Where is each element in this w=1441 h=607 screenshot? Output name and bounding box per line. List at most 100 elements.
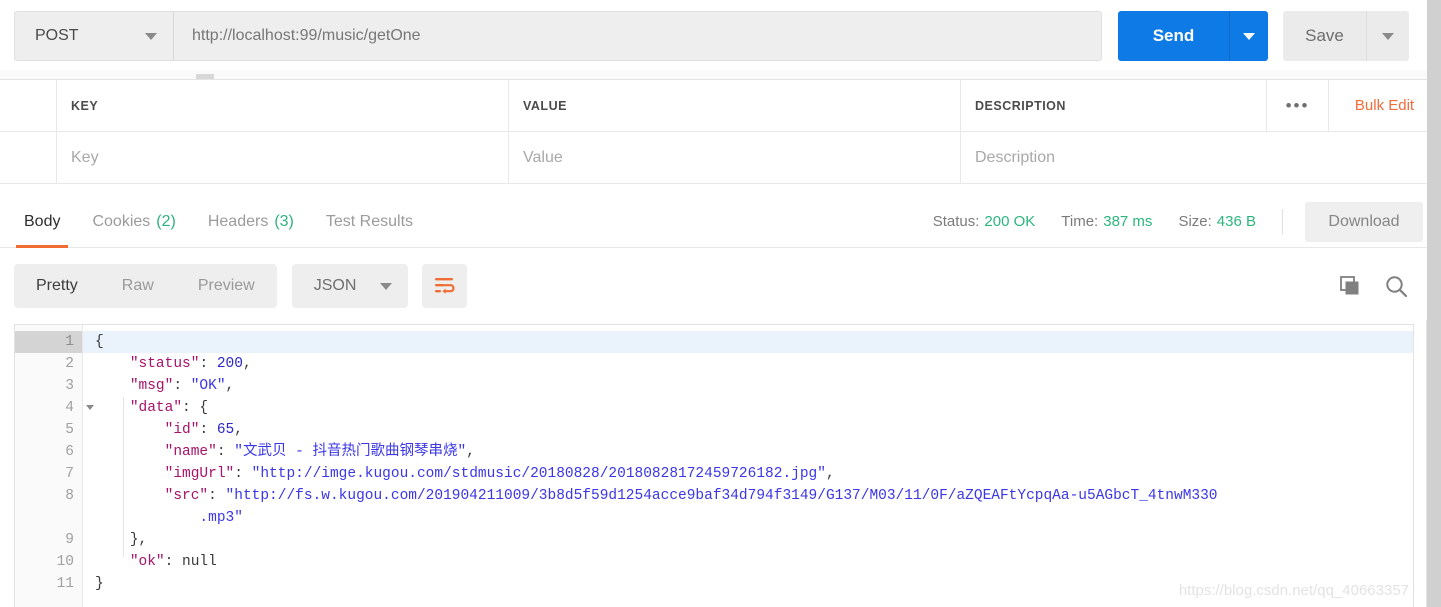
line-number-wrapped	[15, 507, 82, 529]
time-meta: Time: 387 ms	[1061, 213, 1152, 230]
params-table-header-row: KEY VALUE DESCRIPTION ••• Bulk Edit	[0, 80, 1441, 132]
tab-cookies-label: Cookies	[92, 212, 151, 230]
params-header-description-label: DESCRIPTION	[975, 98, 1066, 113]
download-button[interactable]: Download	[1305, 201, 1423, 242]
line-number-3: 3	[65, 378, 74, 394]
save-button-group: Save	[1283, 11, 1409, 61]
tab-cookies-count: (2)	[156, 212, 176, 230]
response-language-select[interactable]: JSON	[291, 264, 409, 308]
view-mode-preview[interactable]: Preview	[176, 264, 277, 308]
http-method-select[interactable]: POST	[14, 11, 174, 61]
tab-headers-label: Headers	[207, 212, 269, 230]
status-value: 200 OK	[984, 213, 1036, 230]
chevron-down-icon	[1243, 32, 1255, 40]
row-checkbox-cell[interactable]	[0, 132, 57, 184]
response-meta: Status: 200 OK Time: 387 ms Size: 436 B Dow…	[933, 201, 1441, 242]
tab-headers[interactable]: Headers (3)	[192, 196, 310, 248]
line-number-7: 7	[65, 466, 74, 482]
line-number-11: 11	[56, 576, 74, 592]
code-line: {	[83, 331, 1413, 353]
code-line: "data": {	[129, 400, 209, 416]
line-number-8: 8	[65, 488, 74, 504]
param-description-input[interactable]: Description	[961, 132, 1441, 184]
save-options-button[interactable]	[1367, 11, 1409, 61]
code-line: "src": "http://fs.w.kugou.com/2019042110…	[164, 488, 1218, 504]
bulk-edit-button[interactable]: Bulk Edit	[1328, 80, 1440, 131]
param-value-placeholder: Value	[523, 148, 563, 166]
code-line: "status": 200,	[129, 356, 252, 372]
params-table: KEY VALUE DESCRIPTION ••• Bulk Edit Key …	[0, 80, 1441, 195]
param-value-input[interactable]: Value	[509, 132, 961, 184]
chevron-down-icon	[380, 282, 393, 290]
word-wrap-icon	[434, 278, 455, 294]
code-content[interactable]: { "status": 200, "msg": "OK", "data": { …	[83, 325, 1413, 607]
tab-test-results[interactable]: Test Results	[310, 196, 429, 248]
response-format-bar: Pretty Raw Preview JSON	[0, 248, 1441, 324]
view-mode-segmented-control: Pretty Raw Preview	[14, 264, 277, 308]
line-number-6: 6	[65, 444, 74, 460]
tab-body-label: Body	[24, 212, 61, 230]
search-button[interactable]	[1384, 274, 1409, 299]
save-button[interactable]: Save	[1283, 11, 1367, 61]
send-button[interactable]: Send	[1118, 11, 1230, 61]
tab-test-results-label: Test Results	[325, 212, 414, 230]
vertical-scrollbar[interactable]	[1427, 0, 1441, 607]
code-line: "imgUrl": "http://imge.kugou.com/stdmusi…	[164, 466, 835, 482]
request-url-value: http://localhost:99/music/getOne	[192, 27, 421, 44]
request-url-bar: POST http://localhost:99/music/getOne Se…	[0, 0, 1441, 72]
http-method-label: POST	[35, 27, 79, 44]
postman-window: POST http://localhost:99/music/getOne Se…	[0, 0, 1441, 607]
response-tabs-bar: Body Cookies (2) Headers (3) Test Result…	[0, 196, 1441, 248]
tab-cookies[interactable]: Cookies (2)	[76, 196, 191, 248]
more-options-icon[interactable]: •••	[1266, 80, 1328, 131]
time-label: Time:	[1061, 213, 1099, 230]
param-key-input[interactable]: Key	[57, 132, 509, 184]
size-meta: Size: 436 B	[1178, 213, 1256, 230]
code-line: "id": 65,	[164, 422, 243, 438]
time-value: 387 ms	[1103, 213, 1153, 230]
param-description-placeholder: Description	[975, 148, 1056, 166]
view-mode-raw[interactable]: Raw	[100, 264, 176, 308]
code-line: "ok": null	[129, 554, 217, 570]
params-header-key-cell: KEY	[57, 80, 509, 132]
params-header-key-label: KEY	[71, 98, 99, 113]
copy-icon	[1340, 276, 1359, 295]
line-number-2: 2	[65, 356, 74, 372]
param-key-placeholder: Key	[71, 148, 99, 166]
params-table-row: Key Value Description	[0, 132, 1441, 184]
line-number-10: 10	[56, 554, 74, 570]
tab-body[interactable]: Body	[8, 196, 76, 248]
params-header-description-cell: DESCRIPTION ••• Bulk Edit	[961, 80, 1441, 132]
clipped-text-fragment	[196, 74, 214, 79]
meta-divider	[1282, 208, 1283, 235]
status-meta: Status: 200 OK	[933, 213, 1036, 230]
params-header-value-cell: VALUE	[509, 80, 961, 132]
size-value: 436 B	[1216, 213, 1256, 230]
code-line: "name": "文武贝 - 抖音热门歌曲钢琴串烧",	[164, 444, 475, 460]
word-wrap-button[interactable]	[422, 264, 468, 308]
status-label: Status:	[932, 213, 980, 230]
chevron-down-icon	[145, 32, 157, 40]
chevron-down-icon	[1382, 32, 1394, 40]
search-icon	[1386, 275, 1408, 297]
response-right-icons	[1338, 274, 1427, 299]
line-number-4: 4	[15, 397, 94, 419]
view-mode-pretty[interactable]: Pretty	[14, 264, 100, 308]
send-button-group: Send	[1118, 11, 1268, 61]
code-gutter: 1 2 3 4 5 6 7 8 9 10 11	[15, 325, 94, 607]
code-line: }	[95, 576, 104, 592]
line-number-5: 5	[65, 422, 74, 438]
params-header-checkbox-cell	[0, 80, 57, 132]
code-line: .mp3"	[199, 510, 243, 526]
copy-button[interactable]	[1338, 274, 1362, 298]
line-number-1: 1	[15, 331, 94, 353]
send-options-button[interactable]	[1230, 11, 1268, 61]
code-line: "msg": "OK",	[129, 378, 235, 394]
clipped-tab-strip	[0, 70, 1441, 80]
response-body-viewer[interactable]: 1 2 3 4 5 6 7 8 9 10 11 { "status": 200, "msg": "O…	[14, 324, 1414, 607]
params-header-value-label: VALUE	[523, 98, 567, 113]
request-url-input[interactable]: http://localhost:99/music/getOne	[174, 11, 1102, 61]
response-tabs: Body Cookies (2) Headers (3) Test Result…	[8, 196, 429, 248]
code-line: },	[129, 532, 148, 548]
response-language-label: JSON	[313, 277, 357, 294]
